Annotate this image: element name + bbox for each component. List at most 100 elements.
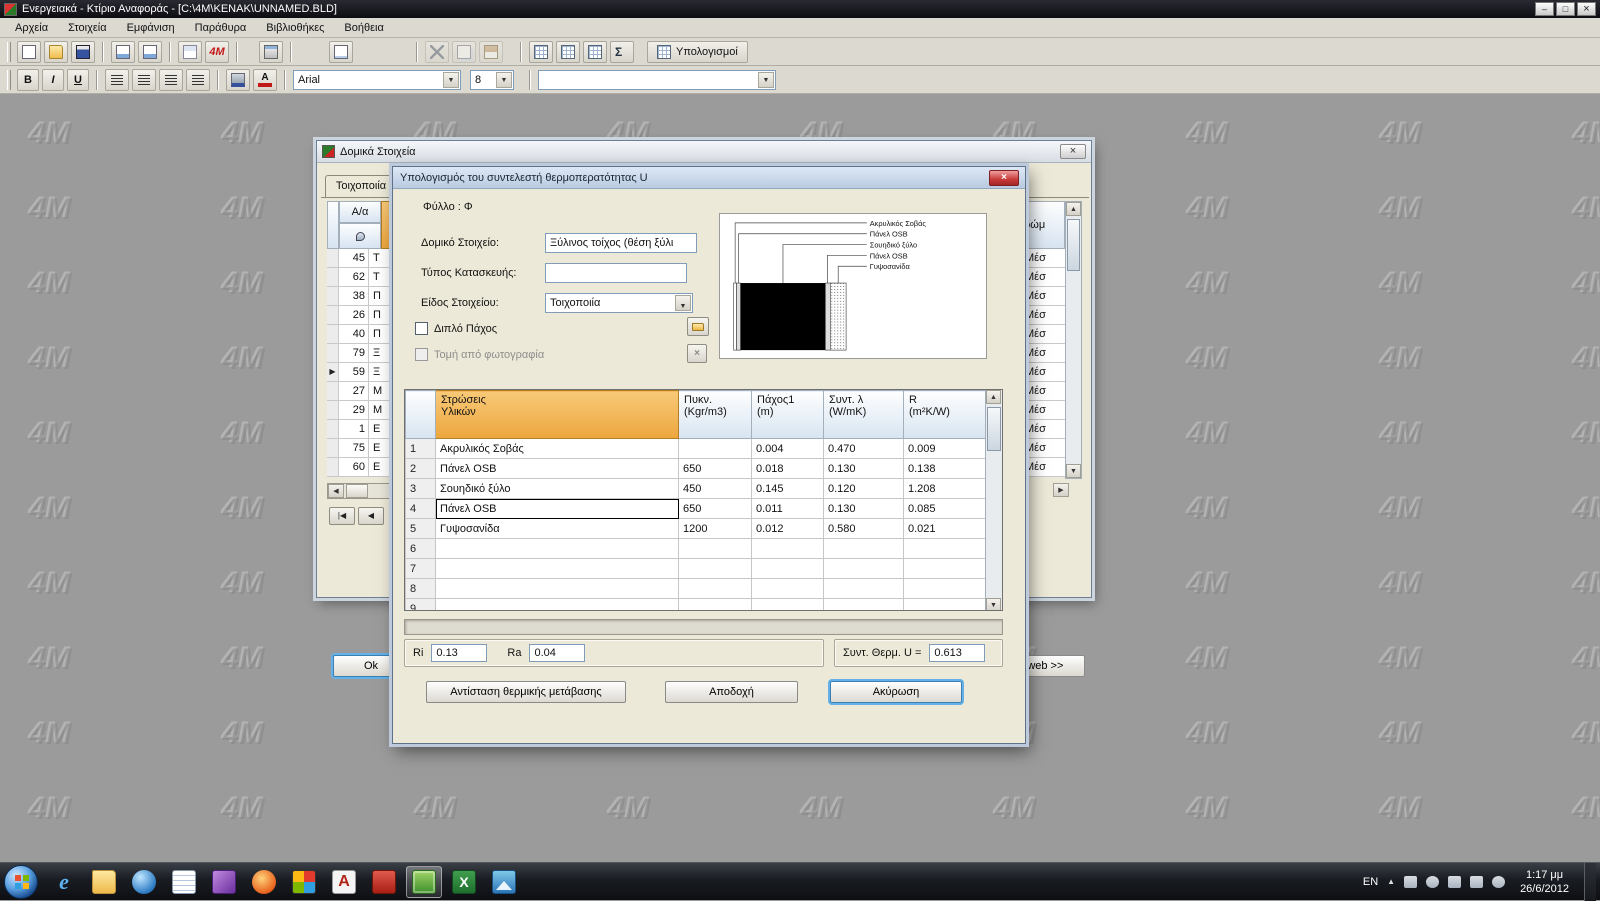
report-button[interactable] <box>329 41 353 63</box>
element-input[interactable]: Ξύλινος τοίχος (θέση ξύλι <box>545 233 697 253</box>
maximize-button[interactable] <box>1556 2 1575 16</box>
material-row[interactable]: 8 <box>406 579 988 599</box>
taskbar-icon-firefox[interactable] <box>246 866 282 898</box>
lambda-cell[interactable]: 0.580 <box>824 519 904 539</box>
density-cell[interactable]: 1200 <box>679 519 752 539</box>
u-value-titlebar[interactable]: Υπολογισμός του συντελεστή θερμοπερατότη… <box>393 167 1025 189</box>
scroll-down-icon[interactable]: ▼ <box>986 598 1001 611</box>
align-center-button[interactable] <box>132 69 156 91</box>
density-cell[interactable] <box>679 439 752 459</box>
thickness-cell[interactable] <box>752 599 824 612</box>
ra-input[interactable]: 0.04 <box>529 644 585 662</box>
current-row-marker[interactable]: ▶ <box>327 363 339 381</box>
taskbar-icon-notes[interactable] <box>166 866 202 898</box>
taskbar-icon-media[interactable] <box>206 866 242 898</box>
thickness-cell[interactable]: 0.011 <box>752 499 824 519</box>
thickness-cell[interactable]: 0.012 <box>752 519 824 539</box>
new-button[interactable] <box>17 41 41 63</box>
row-selector[interactable] <box>327 420 339 438</box>
wall-section-preview[interactable]: Ακρυλικός Σοβάς Πάνελ OSB Σουηδικό ξύλο … <box>719 213 987 359</box>
material-cell[interactable]: Σουηδικό ξύλο <box>436 479 679 499</box>
scroll-up-icon[interactable]: ▲ <box>1066 202 1081 216</box>
font-name-combo[interactable]: Arial <box>293 70 461 90</box>
language-indicator[interactable]: EN <box>1363 876 1378 888</box>
table-borders-button[interactable] <box>583 41 607 63</box>
lambda-header[interactable]: Συντ. λ (W/mK) <box>824 391 904 439</box>
double-thickness-checkbox[interactable]: Διπλό Πάχος <box>415 322 497 335</box>
r-cell[interactable]: 0.021 <box>904 519 988 539</box>
lambda-cell[interactable]: 0.130 <box>824 459 904 479</box>
u-value-close-button[interactable] <box>989 170 1019 186</box>
material-row-selected[interactable]: 4 Πάνελ OSB 650 0.011 0.130 0.085 <box>406 499 988 519</box>
clear-image-button[interactable]: × <box>687 344 707 363</box>
density-cell[interactable] <box>679 559 752 579</box>
scrollbar-thumb[interactable] <box>987 407 1001 451</box>
r-cell[interactable]: 1.208 <box>904 479 988 499</box>
layers-header[interactable]: Στρώσεις Υλικών <box>436 391 679 439</box>
r-cell[interactable] <box>904 579 988 599</box>
save-button[interactable] <box>71 41 95 63</box>
taskbar-icon-4m-cad[interactable] <box>286 866 322 898</box>
copy-button[interactable] <box>452 41 476 63</box>
print-button[interactable] <box>259 41 283 63</box>
scroll-left-icon[interactable]: ◀ <box>328 484 344 498</box>
row-selector[interactable] <box>327 306 339 324</box>
lambda-cell[interactable] <box>824 579 904 599</box>
style-combo[interactable] <box>538 70 776 90</box>
hidden-icons-arrow[interactable]: ▲ <box>1387 877 1395 886</box>
open-button[interactable] <box>44 41 68 63</box>
material-cell[interactable] <box>436 559 679 579</box>
first-record-button[interactable]: |◀ <box>329 507 355 525</box>
lambda-cell[interactable] <box>824 559 904 579</box>
material-row[interactable]: 2 Πάνελ OSB 650 0.018 0.130 0.138 <box>406 459 988 479</box>
r-cell[interactable] <box>904 559 988 579</box>
material-row[interactable]: 3 Σουηδικό ξύλο 450 0.145 0.120 1.208 <box>406 479 988 499</box>
thickness-cell[interactable]: 0.145 <box>752 479 824 499</box>
taskbar-icon-excel[interactable] <box>446 866 482 898</box>
lambda-cell[interactable] <box>824 539 904 559</box>
material-row[interactable]: 9 <box>406 599 988 612</box>
thickness-header[interactable]: Πάχος1 (m) <box>752 391 824 439</box>
toolbar-grip[interactable] <box>7 70 11 90</box>
materials-horizontal-scrollbar[interactable] <box>404 619 1003 635</box>
material-row[interactable]: 7 <box>406 559 988 579</box>
row-selector[interactable] <box>327 344 339 362</box>
taskbar-icon-autocad[interactable] <box>326 866 362 898</box>
row-selector[interactable] <box>327 287 339 305</box>
structural-elements-close-button[interactable] <box>1060 144 1086 159</box>
chevron-down-icon[interactable] <box>675 295 691 311</box>
scroll-right-icon[interactable]: ▶ <box>1053 483 1069 497</box>
clock[interactable]: 1:17 μμ 26/6/2012 <box>1514 868 1575 896</box>
scrollbar-thumb[interactable] <box>346 484 368 498</box>
row-selector[interactable] <box>327 382 339 400</box>
fill-color-button[interactable] <box>226 69 250 91</box>
materials-vertical-scrollbar[interactable]: ▲ ▼ <box>985 390 1002 611</box>
menu-file[interactable]: Αρχεία <box>6 20 57 36</box>
r-cell[interactable]: 0.009 <box>904 439 988 459</box>
chevron-down-icon[interactable] <box>443 72 459 88</box>
tray-update-icon[interactable] <box>1426 876 1439 888</box>
menu-elements[interactable]: Στοιχεία <box>59 20 116 36</box>
pin-header[interactable] <box>339 223 381 249</box>
row-selector[interactable] <box>327 325 339 343</box>
zoom-button[interactable] <box>138 41 162 63</box>
r-cell[interactable]: 0.085 <box>904 499 988 519</box>
start-button[interactable] <box>4 865 38 899</box>
material-cell[interactable] <box>436 579 679 599</box>
scrollbar-thumb[interactable] <box>1067 219 1080 271</box>
density-cell[interactable] <box>679 599 752 612</box>
calculations-button[interactable]: Υπολογισμοί <box>647 41 748 63</box>
tray-antivirus-icon[interactable] <box>1492 876 1505 888</box>
r-header[interactable]: R (m²K/W) <box>904 391 988 439</box>
load-image-button[interactable] <box>687 317 709 336</box>
taskbar-icon-pdf[interactable] <box>366 866 402 898</box>
align-right-button[interactable] <box>159 69 183 91</box>
paste-button[interactable] <box>479 41 503 63</box>
thickness-cell[interactable]: 0.004 <box>752 439 824 459</box>
material-cell[interactable] <box>436 539 679 559</box>
cancel-button[interactable]: Ακύρωση <box>830 681 962 703</box>
sum-button[interactable] <box>610 41 634 63</box>
thickness-cell[interactable] <box>752 579 824 599</box>
insert-table-button[interactable] <box>529 41 553 63</box>
4m-home-button[interactable]: 4M <box>205 41 229 63</box>
